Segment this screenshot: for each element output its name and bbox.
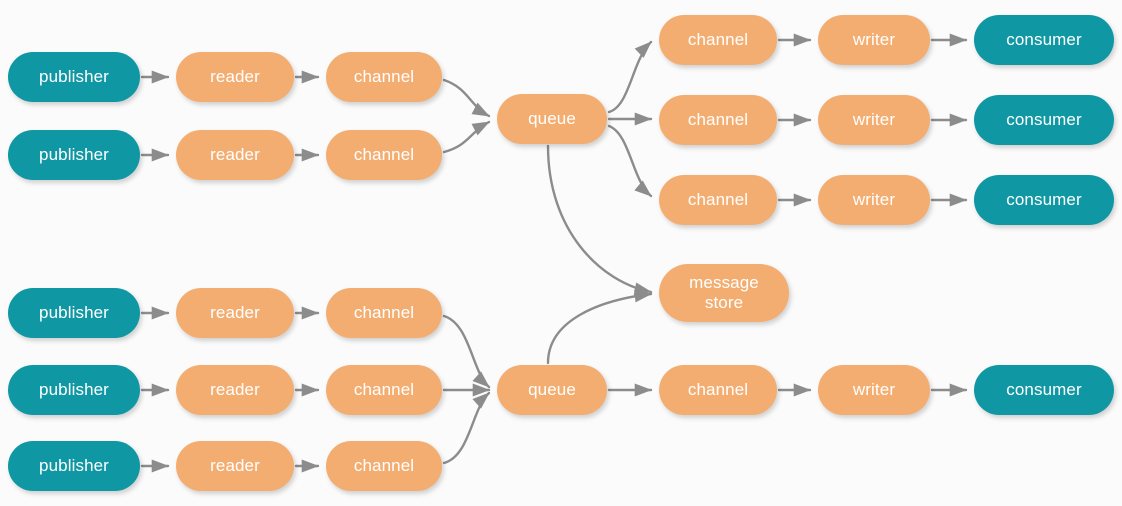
node-label: reader	[210, 456, 260, 476]
node-writer-wrt-3[interactable]: writer	[818, 175, 930, 225]
node-channel-ochn-2[interactable]: channel	[659, 95, 777, 145]
node-label: consumer	[1006, 30, 1082, 50]
node-label: reader	[210, 67, 260, 87]
diagram-canvas: publisher reader channel publisher reader cha…	[0, 0, 1122, 506]
node-label: consumer	[1006, 110, 1082, 130]
node-message-store-store[interactable]: message store	[659, 264, 789, 322]
node-reader-rdr-4[interactable]: reader	[176, 365, 294, 415]
node-label: channel	[687, 190, 749, 210]
edge-chn-3-to-que-2	[442, 314, 491, 389]
node-label: channel	[687, 110, 749, 130]
node-label: reader	[210, 303, 260, 323]
node-reader-rdr-5[interactable]: reader	[176, 441, 294, 491]
node-label: channel	[687, 380, 749, 400]
node-reader-rdr-3[interactable]: reader	[176, 288, 294, 338]
node-consumer-bcon[interactable]: consumer	[974, 365, 1114, 415]
node-label: publisher	[39, 456, 109, 476]
node-consumer-con-2[interactable]: consumer	[974, 95, 1114, 145]
node-channel-chn-2[interactable]: channel	[326, 130, 442, 180]
edge-chn-5-to-que-2	[442, 391, 491, 465]
node-consumer-con-1[interactable]: consumer	[974, 15, 1114, 65]
node-label: queue	[528, 380, 576, 400]
node-publisher-pub-3[interactable]: publisher	[8, 288, 140, 338]
node-label: message store	[689, 273, 759, 312]
node-channel-chn-5[interactable]: channel	[326, 441, 442, 491]
node-label: writer	[852, 110, 896, 130]
node-channel-bchn[interactable]: channel	[659, 365, 777, 415]
node-label: channel	[353, 67, 415, 87]
node-consumer-con-3[interactable]: consumer	[974, 175, 1114, 225]
node-label: reader	[210, 145, 260, 165]
node-publisher-pub-2[interactable]: publisher	[8, 130, 140, 180]
node-label: publisher	[39, 67, 109, 87]
node-label: channel	[687, 30, 749, 50]
node-channel-chn-1[interactable]: channel	[326, 52, 442, 102]
node-label: consumer	[1006, 380, 1082, 400]
edge-que-2-to-store	[546, 289, 653, 365]
edge-layer	[140, 33, 968, 473]
node-label: channel	[353, 303, 415, 323]
node-label: writer	[852, 190, 896, 210]
node-queue-que-1[interactable]: queue	[497, 94, 607, 144]
node-label: channel	[353, 145, 415, 165]
node-writer-wrt-1[interactable]: writer	[818, 15, 930, 65]
node-channel-chn-3[interactable]: channel	[326, 288, 442, 338]
node-label: consumer	[1006, 190, 1082, 210]
edge-chn-1-to-que-1	[442, 78, 491, 118]
edge-que-1-to-ochn-3	[607, 124, 653, 198]
node-queue-que-2[interactable]: queue	[497, 365, 607, 415]
node-reader-rdr-2[interactable]: reader	[176, 130, 294, 180]
node-label: publisher	[39, 303, 109, 323]
node-label: channel	[353, 456, 415, 476]
node-writer-wrt-2[interactable]: writer	[818, 95, 930, 145]
node-label: writer	[852, 30, 896, 50]
node-reader-rdr-1[interactable]: reader	[176, 52, 294, 102]
node-publisher-pub-4[interactable]: publisher	[8, 365, 140, 415]
node-channel-ochn-3[interactable]: channel	[659, 175, 777, 225]
node-writer-bwrt[interactable]: writer	[818, 365, 930, 415]
node-channel-chn-4[interactable]: channel	[326, 365, 442, 415]
node-publisher-pub-5[interactable]: publisher	[8, 441, 140, 491]
node-label: writer	[852, 380, 896, 400]
node-label: reader	[210, 380, 260, 400]
node-publisher-pub-1[interactable]: publisher	[8, 52, 140, 102]
edge-que-1-to-ochn-1	[607, 40, 653, 114]
node-label: queue	[528, 109, 576, 129]
node-label: publisher	[39, 145, 109, 165]
node-label: channel	[353, 380, 415, 400]
node-channel-ochn-1[interactable]: channel	[659, 15, 777, 65]
node-label: publisher	[39, 380, 109, 400]
edge-chn-2-to-que-1	[442, 120, 491, 154]
